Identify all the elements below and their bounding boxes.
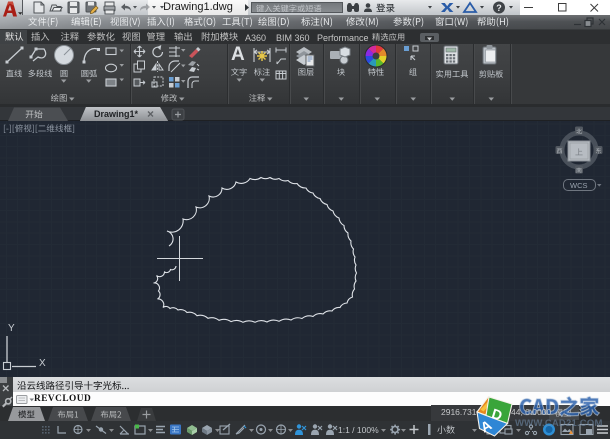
svg-text:?: ? xyxy=(496,3,502,13)
